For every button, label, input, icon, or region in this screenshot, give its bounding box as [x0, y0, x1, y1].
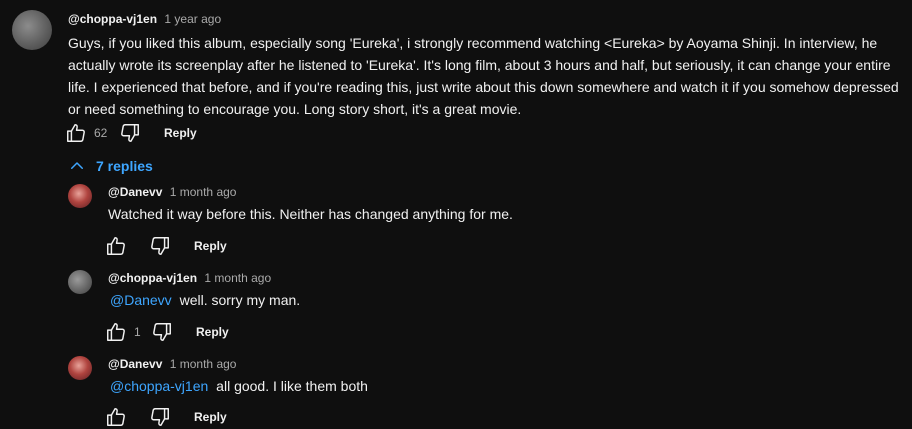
mention-link[interactable]: @Danevv: [110, 292, 172, 308]
like-button[interactable]: [64, 121, 88, 145]
reply-author[interactable]: @choppa-vj1en: [108, 271, 197, 285]
replies-toggle-button[interactable]: 7 replies: [68, 156, 153, 176]
reply-text: Watched it way before this. Neither has …: [108, 206, 513, 222]
thumbs-up-icon: [107, 408, 125, 426]
like-button[interactable]: [104, 405, 128, 429]
reply-body: @Danevv well. sorry my man.: [110, 289, 890, 311]
reply-button[interactable]: Reply: [194, 239, 227, 253]
reply-text: well. sorry my man.: [179, 292, 301, 308]
reply-header: @choppa-vj1en 1 month ago: [108, 271, 271, 285]
comment-line: actually wrote its screenplay after he l…: [68, 57, 891, 73]
comment-timestamp[interactable]: 1 year ago: [164, 12, 221, 26]
thumbs-down-icon: [151, 237, 169, 255]
reply-timestamp[interactable]: 1 month ago: [204, 271, 271, 285]
reply-actions: 1 Reply: [104, 320, 229, 344]
chevron-up-icon: [71, 162, 83, 169]
reply-button[interactable]: Reply: [194, 410, 227, 424]
like-button[interactable]: [104, 320, 128, 344]
avatar[interactable]: [12, 10, 52, 50]
reply-timestamp[interactable]: 1 month ago: [170, 357, 237, 371]
reply-actions: Reply: [104, 234, 227, 258]
comment-body: Guys, if you liked this album, especiall…: [68, 32, 908, 120]
reply-text: all good. I like them both: [216, 378, 368, 394]
dislike-button[interactable]: [118, 121, 142, 145]
dislike-button[interactable]: [148, 405, 172, 429]
comment-line: Guys, if you liked this album, especiall…: [68, 35, 878, 51]
reply-author[interactable]: @Danevv: [108, 357, 162, 371]
reply-actions: Reply: [104, 405, 227, 429]
reply-author[interactable]: @Danevv: [108, 185, 162, 199]
replies-count-label: 7 replies: [96, 158, 153, 174]
reply-header: @Danevv 1 month ago: [108, 185, 236, 199]
reply-timestamp[interactable]: 1 month ago: [170, 185, 237, 199]
comment-author[interactable]: @choppa-vj1en: [68, 12, 157, 26]
thumbs-up-icon: [67, 124, 85, 142]
thumbs-up-icon: [107, 323, 125, 341]
mention-link[interactable]: @choppa-vj1en: [110, 378, 208, 394]
comment-header: @choppa-vj1en 1 year ago: [68, 12, 221, 26]
reply-button[interactable]: Reply: [196, 325, 229, 339]
reply-body: Watched it way before this. Neither has …: [108, 203, 888, 225]
thumbs-up-icon: [107, 237, 125, 255]
thumbs-down-icon: [151, 408, 169, 426]
thumbs-down-icon: [153, 323, 171, 341]
reply-button[interactable]: Reply: [164, 126, 197, 140]
comment-thread: @choppa-vj1en 1 year ago Guys, if you li…: [0, 0, 912, 429]
avatar[interactable]: [68, 356, 92, 380]
dislike-button[interactable]: [150, 320, 174, 344]
avatar[interactable]: [68, 270, 92, 294]
comment-line: or need something to encourage you. Long…: [68, 101, 522, 117]
like-button[interactable]: [104, 234, 128, 258]
thumbs-down-icon: [121, 124, 139, 142]
comment-actions: 62 Reply: [64, 121, 197, 145]
reply-body: @choppa-vj1en all good. I like them both: [110, 375, 890, 397]
like-count: 62: [94, 126, 108, 140]
avatar[interactable]: [68, 184, 92, 208]
reply-header: @Danevv 1 month ago: [108, 357, 236, 371]
dislike-button[interactable]: [148, 234, 172, 258]
like-count: 1: [134, 325, 141, 339]
comment-line: life. I experienced that before, and if …: [68, 79, 899, 95]
